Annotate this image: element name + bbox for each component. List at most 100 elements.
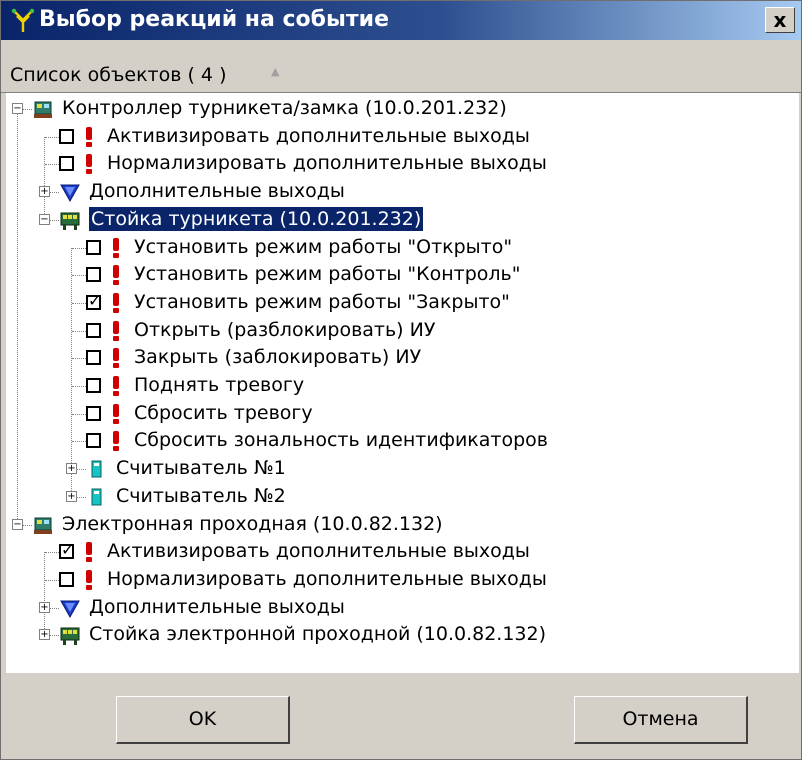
tree-connector-line	[72, 247, 86, 249]
controller-icon	[32, 98, 54, 120]
tree-node-label: Закрыть (заблокировать) ИУ	[134, 346, 422, 369]
button-bar: OK Отмена	[1, 677, 801, 759]
tree-node-controller[interactable]: − Электронная проходная (10.0.82.132)	[6, 511, 796, 538]
tree-node-reader[interactable]: + Считыватель №1	[6, 455, 796, 482]
checkbox-unchecked[interactable]	[59, 156, 74, 172]
tree-node-label: Дополнительные выходы	[89, 180, 345, 203]
tree-node-outputs[interactable]: + Дополнительные выходы	[6, 594, 796, 621]
turnstile-icon	[59, 209, 81, 231]
tree-connector-line	[72, 441, 86, 443]
tree-node-label: Установить режим работы "Закрыто"	[134, 290, 510, 313]
tree-node-label: Установить режим работы "Открыто"	[134, 235, 513, 258]
tree-node-label: Электронная проходная (10.0.82.132)	[62, 512, 443, 535]
expand-icon[interactable]: +	[66, 490, 77, 502]
reaction-item[interactable]: Нормализировать дополнительные выходы	[6, 150, 796, 177]
reaction-item[interactable]: Открыть (разблокировать) ИУ	[6, 317, 796, 344]
reaction-item[interactable]: Сбросить зональность идентификаторов	[6, 427, 796, 454]
checkbox-unchecked[interactable]	[59, 571, 74, 587]
cancel-button[interactable]: Отмена	[574, 696, 748, 744]
exclamation-icon	[110, 346, 122, 370]
checkbox-unchecked[interactable]	[86, 239, 101, 255]
tree-node-outputs[interactable]: + Дополнительные выходы	[6, 178, 796, 205]
exclamation-icon	[110, 236, 122, 260]
collapse-icon[interactable]: −	[12, 518, 23, 530]
tree-node-reader[interactable]: + Считыватель №2	[6, 483, 796, 510]
turnstile-icon	[59, 624, 81, 646]
tree-node-label: Считыватель №1	[116, 457, 286, 480]
close-button[interactable]: x	[765, 7, 795, 33]
reaction-item[interactable]: Активизировать дополнительные выходы	[6, 123, 796, 150]
blue-triangle-icon	[59, 181, 81, 203]
checkmark-icon: ✓	[61, 540, 75, 560]
exclamation-icon	[110, 263, 122, 287]
blue-triangle-icon	[59, 597, 81, 619]
tree-connector-line	[45, 579, 59, 581]
expand-icon[interactable]: +	[66, 463, 77, 475]
checkmark-icon: ✓	[88, 290, 102, 310]
checkbox-checked[interactable]: ✓	[59, 540, 75, 560]
tree-node-label: Активизировать дополнительные выходы	[107, 540, 530, 563]
tree-node-controller[interactable]: − Контроллер турникета/замка (10.0.201.23…	[6, 95, 796, 122]
title-bar[interactable]: Выбор реакций на событие x	[1, 1, 801, 40]
checkbox-unchecked[interactable]	[86, 350, 101, 366]
exclamation-icon	[110, 402, 122, 426]
tree-node-stand[interactable]: + Стойка электронной проходной (10.0.82.1…	[6, 621, 796, 648]
tree-connector-line	[72, 413, 86, 415]
expand-icon[interactable]: +	[39, 601, 50, 613]
checkbox-unchecked[interactable]	[86, 405, 101, 421]
reaction-item[interactable]: Установить режим работы "Открыто"	[6, 234, 796, 261]
exclamation-icon	[83, 125, 95, 149]
tree-connector-line	[45, 136, 59, 138]
tree-node-label: Стойка турникета (10.0.201.232)	[87, 205, 425, 232]
expand-icon[interactable]: +	[39, 186, 50, 198]
tree-node-label: Контроллер турникета/замка (10.0.201.232…	[62, 97, 507, 119]
list-header-label: Список объектов ( 4 )	[10, 64, 227, 86]
tree-node-label: Нормализировать дополнительные выходы	[107, 567, 547, 590]
object-tree[interactable]: − Контроллер турникета/замка (10.0.201.23…	[6, 93, 799, 673]
tree-node-label: Считыватель №2	[116, 484, 286, 507]
checkbox-unchecked[interactable]	[86, 267, 101, 283]
tree-connector-line	[72, 330, 86, 332]
list-header[interactable]: Список объектов ( 4 ) ▲	[1, 58, 801, 93]
checkbox-checked[interactable]: ✓	[86, 290, 102, 310]
expand-icon[interactable]: +	[39, 629, 50, 641]
reaction-item[interactable]: ✓ Установить режим работы "Закрыто"	[6, 289, 796, 316]
reaction-item[interactable]: ✓ Активизировать дополнительные выходы	[6, 538, 796, 565]
collapse-icon[interactable]: −	[12, 103, 23, 114]
tree-node-label: Активизировать дополнительные выходы	[107, 124, 530, 147]
exclamation-icon	[83, 152, 95, 176]
reaction-item[interactable]: Нормализировать дополнительные выходы	[6, 566, 796, 593]
tree-node-label: Поднять тревогу	[134, 374, 305, 396]
tree-node-label: Сбросить тревогу	[134, 401, 313, 424]
dialog-window: Выбор реакций на событие x Список объект…	[0, 0, 802, 760]
reaction-item[interactable]: Установить режим работы "Контроль"	[6, 261, 796, 288]
card-reader-icon	[86, 486, 108, 508]
checkbox-unchecked[interactable]	[86, 378, 101, 393]
card-reader-icon	[86, 458, 108, 480]
tree-connector-line	[72, 358, 86, 360]
exclamation-icon	[110, 429, 122, 453]
tree-node-label: Стойка электронной проходной (10.0.82.13…	[89, 623, 547, 646]
tree-node-label: Дополнительные выходы	[89, 595, 345, 618]
tree-node-label: Открыть (разблокировать) ИУ	[134, 318, 436, 341]
tree-node-stand[interactable]: − Стойка турникета (10.0.201.232)	[6, 205, 796, 233]
tree-network-icon	[11, 8, 35, 32]
tree-connector-line	[72, 275, 86, 277]
exclamation-icon	[110, 291, 122, 315]
tree-node-label: Установить режим работы "Контроль"	[134, 263, 521, 286]
reaction-item[interactable]: Поднять тревогу	[6, 372, 796, 399]
reaction-item[interactable]: Закрыть (заблокировать) ИУ	[6, 344, 796, 371]
exclamation-icon	[83, 540, 95, 564]
checkbox-unchecked[interactable]	[86, 322, 101, 338]
exclamation-icon	[110, 374, 122, 398]
reaction-item[interactable]: Сбросить тревогу	[6, 400, 796, 427]
collapse-icon[interactable]: −	[39, 213, 50, 225]
tree-connector-line	[72, 302, 86, 304]
checkbox-unchecked[interactable]	[86, 433, 101, 449]
tree-node-label: Сбросить зональность идентификаторов	[134, 429, 549, 452]
controller-icon	[32, 514, 54, 536]
ok-button[interactable]: OK	[116, 696, 290, 744]
tree-connector-line	[45, 164, 59, 166]
tree-connector-line	[72, 386, 86, 387]
checkbox-unchecked[interactable]	[59, 128, 74, 144]
